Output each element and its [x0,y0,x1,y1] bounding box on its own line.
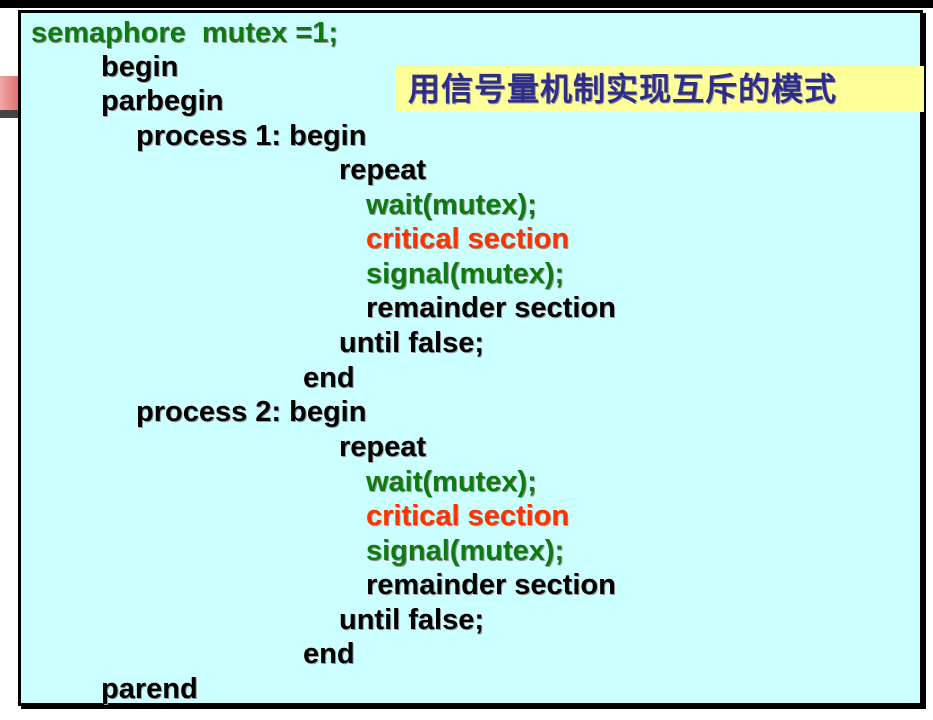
slide: semaphore mutex =1; begin parbegin proce… [0,0,933,720]
process-1-remainder-section: remainder section [366,292,616,324]
process-2-remainder-section: remainder section [366,569,616,601]
title-banner-text: 用信号量机制实现互斥的模式 [408,70,838,108]
process-2-header: process 2: begin [136,396,367,428]
process-1-header: process 1: begin [136,120,367,152]
process-2-critical-section: critical section [366,500,570,532]
code-begin: begin [101,51,179,83]
process-1-wait: wait(mutex); [366,189,537,221]
process-2-wait: wait(mutex); [366,466,537,498]
process-1-signal: signal(mutex); [366,258,565,290]
process-2-end: end [303,638,355,670]
process-1-repeat: repeat [339,154,427,186]
code-parbegin: parbegin [101,85,224,117]
process-1-end: end [303,362,355,394]
process-1-critical-section: critical section [366,223,570,255]
semaphore-declaration: semaphore mutex =1; [31,17,339,49]
decorative-red-block [0,76,20,110]
code-box: semaphore mutex =1; begin parbegin proce… [18,10,923,706]
title-banner: 用信号量机制实现互斥的模式 [396,66,924,112]
decorative-dark-stripe [0,110,20,118]
process-2-repeat: repeat [339,431,427,463]
process-1-until: until false; [339,327,485,359]
code-parend: parend [101,673,198,705]
top-bar [0,0,933,8]
process-2-until: until false; [339,604,485,636]
process-2-signal: signal(mutex); [366,535,565,567]
